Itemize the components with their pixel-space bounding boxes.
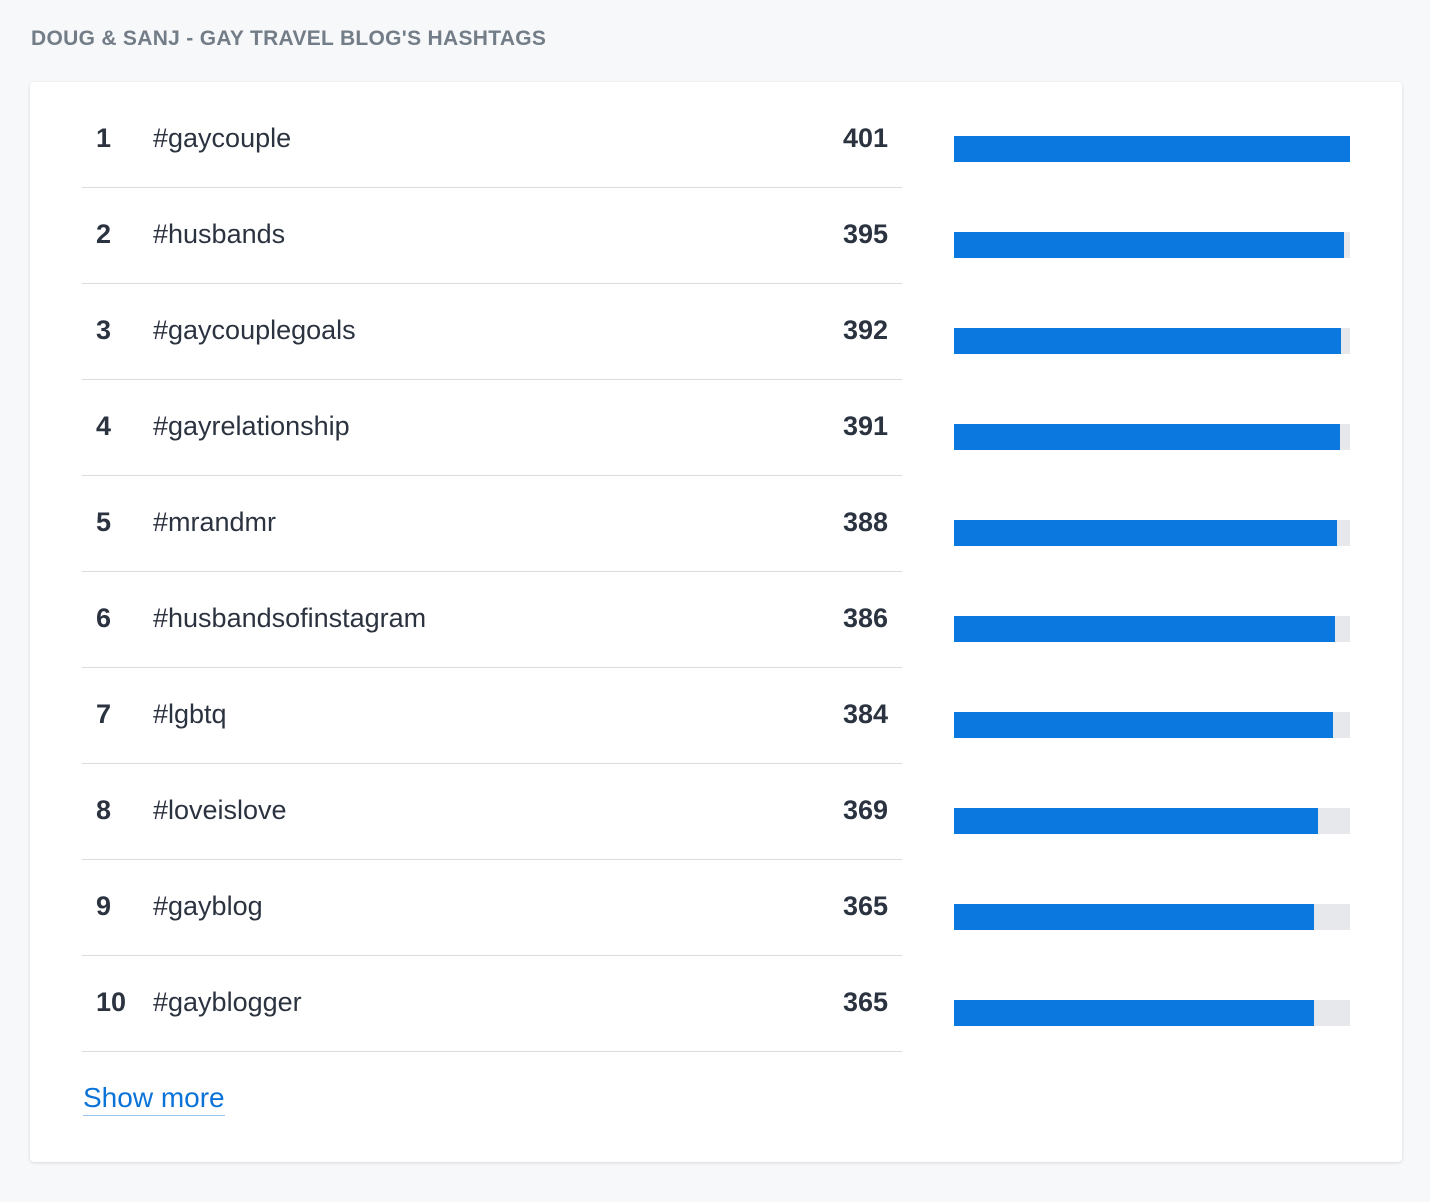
hashtag-bar-fill xyxy=(954,808,1319,834)
hashtag-bar-fill xyxy=(954,712,1334,738)
hashtag-label: #gaycouple xyxy=(153,123,292,153)
table-row: 7 #lgbtq 384 xyxy=(82,668,1350,764)
hashtag-rank: 7 xyxy=(96,699,112,729)
hashtag-bar-fill xyxy=(954,328,1342,354)
hashtag-rank: 3 xyxy=(96,315,112,345)
table-row: 6 #husbandsofinstagram 386 xyxy=(82,572,1350,668)
hashtag-bar-track xyxy=(954,1000,1350,1026)
table-row: 8 #loveislove 369 xyxy=(82,764,1350,860)
hashtag-bar-track xyxy=(954,136,1350,162)
hashtag-bar-track xyxy=(954,712,1350,738)
hashtag-label: #husbands xyxy=(153,219,286,249)
hashtag-bar-fill xyxy=(954,424,1341,450)
table-row: 3 #gaycouplegoals 392 xyxy=(82,284,1350,380)
hashtag-label: #gayblog xyxy=(153,891,263,921)
hashtag-count: 391 xyxy=(842,411,888,441)
hashtag-bar-fill xyxy=(954,1000,1315,1026)
table-row: 4 #gayrelationship 391 xyxy=(82,380,1350,476)
hashtag-bar-fill xyxy=(954,232,1345,258)
hashtag-rank: 1 xyxy=(96,123,112,153)
table-row: 1 #gaycouple 401 xyxy=(82,92,1350,188)
table-row: 10 #gayblogger 365 xyxy=(82,956,1350,1052)
hashtag-bar-fill xyxy=(954,520,1338,546)
hashtag-count: 392 xyxy=(842,315,888,345)
hashtag-label: #gayblogger xyxy=(153,987,302,1017)
hashtag-rank: 6 xyxy=(96,603,112,633)
table-row: 5 #mrandmr 388 xyxy=(82,476,1350,572)
hashtag-bar-track xyxy=(954,328,1350,354)
hashtag-list: 1 #gaycouple 401 2 #husbands 395 3 #gayc… xyxy=(82,92,1350,1052)
hashtag-bar-fill xyxy=(954,136,1350,162)
hashtag-rank: 4 xyxy=(96,411,112,441)
hashtag-bar-track xyxy=(954,520,1350,546)
table-row: 9 #gayblog 365 xyxy=(82,860,1350,956)
hashtag-count: 388 xyxy=(842,507,888,537)
hashtag-bar-track xyxy=(954,616,1350,642)
hashtag-count: 365 xyxy=(842,987,888,1017)
hashtag-label: #gaycouplegoals xyxy=(153,315,356,345)
hashtag-label: #lgbtq xyxy=(153,699,227,729)
hashtag-rank: 9 xyxy=(96,891,112,921)
hashtag-bar-track xyxy=(954,904,1350,930)
hashtags-card: 1 #gaycouple 401 2 #husbands 395 3 #gayc… xyxy=(30,82,1402,1162)
hashtag-label: #mrandmr xyxy=(153,507,277,537)
hashtag-bar-track xyxy=(954,232,1350,258)
hashtag-bar-fill xyxy=(954,904,1315,930)
table-row: 2 #husbands 395 xyxy=(82,188,1350,284)
hashtag-count: 386 xyxy=(842,603,888,633)
hashtag-bar-track xyxy=(954,808,1350,834)
hashtag-label: #husbandsofinstagram xyxy=(153,603,427,633)
hashtag-rank: 8 xyxy=(96,795,112,825)
hashtag-rank: 2 xyxy=(96,219,112,249)
hashtag-label: #loveislove xyxy=(153,795,287,825)
hashtag-count: 365 xyxy=(842,891,888,921)
hashtag-count: 395 xyxy=(842,219,888,249)
hashtag-bar-track xyxy=(954,424,1350,450)
hashtag-rank: 5 xyxy=(96,507,112,537)
hashtag-rank: 10 xyxy=(96,987,127,1017)
hashtag-count: 401 xyxy=(842,123,888,153)
section-title: DOUG & SANJ - GAY TRAVEL BLOG'S HASHTAGS xyxy=(31,27,547,50)
hashtag-count: 384 xyxy=(842,699,888,729)
hashtag-label: #gayrelationship xyxy=(153,411,350,441)
hashtag-count: 369 xyxy=(842,795,888,825)
hashtag-bar-fill xyxy=(954,616,1336,642)
show-more-link[interactable]: Show more xyxy=(83,1082,225,1116)
